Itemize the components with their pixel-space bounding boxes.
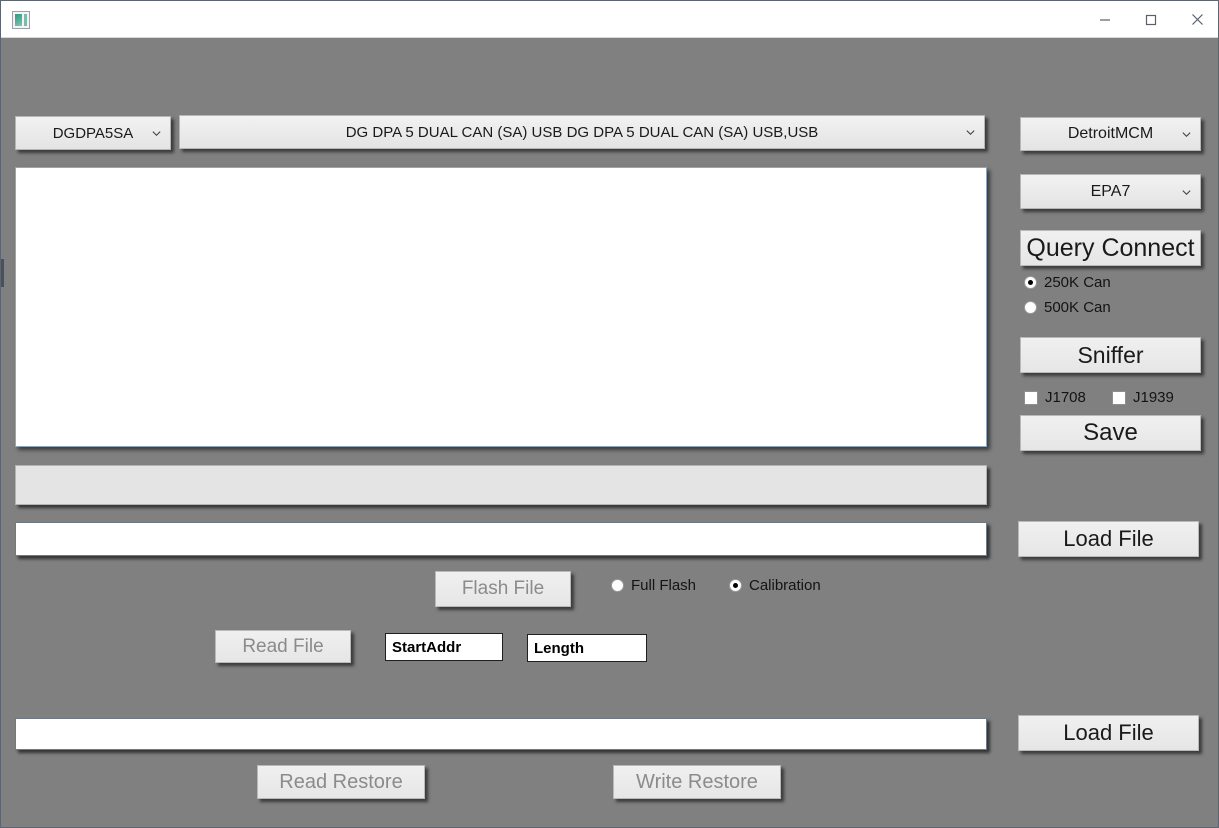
read-restore-button-label: Read Restore — [279, 770, 403, 793]
progress-bar — [15, 465, 987, 505]
read-restore-button[interactable]: Read Restore — [257, 765, 425, 799]
checkbox-j1708[interactable]: J1708 — [1024, 389, 1088, 406]
checkbox-j1708-box — [1024, 390, 1038, 405]
maximize-icon — [1145, 14, 1157, 25]
checkbox-j1939[interactable]: J1939 — [1112, 389, 1176, 406]
start-addr-value: StartAddr — [392, 638, 462, 656]
read-file-button-label: Read File — [242, 635, 324, 657]
minimize-button[interactable] — [1082, 1, 1128, 38]
device-select[interactable]: DG DPA 5 DUAL CAN (SA) USB DG DPA 5 DUAL… — [179, 115, 985, 149]
title-bar — [1, 1, 1218, 38]
close-icon — [1191, 14, 1203, 25]
log-output-area[interactable] — [15, 167, 987, 447]
device-select-value: DG DPA 5 DUAL CAN (SA) USB DG DPA 5 DUAL… — [345, 123, 819, 141]
save-button[interactable]: Save — [1020, 415, 1201, 451]
adapter-select[interactable]: DGDPA5SA — [15, 116, 171, 150]
flash-file-path-input[interactable] — [15, 522, 987, 556]
checkbox-j1939-box — [1112, 390, 1126, 405]
load-file-restore-button-label: Load File — [1063, 720, 1154, 745]
chevron-down-icon — [966, 130, 975, 136]
length-input[interactable]: Length — [527, 634, 647, 662]
flash-file-button-label: Flash File — [461, 578, 545, 599]
start-addr-input[interactable]: StartAddr — [385, 633, 503, 661]
length-value: Length — [534, 639, 584, 657]
emission-standard-select[interactable]: EPA7 — [1020, 174, 1201, 209]
radio-500k-can[interactable]: 500K Can — [1024, 299, 1111, 316]
window-controls — [1082, 1, 1218, 38]
flash-file-button[interactable]: Flash File — [435, 571, 571, 607]
sniffer-button[interactable]: Sniffer — [1020, 337, 1201, 373]
restore-file-path-input[interactable] — [15, 718, 987, 750]
chevron-down-icon — [1182, 132, 1191, 138]
radio-full-flash-indicator — [611, 579, 624, 592]
load-file-flash-button-label: Load File — [1063, 526, 1154, 551]
chevron-down-icon — [1182, 189, 1191, 195]
checkbox-j1708-label: J1708 — [1045, 389, 1086, 406]
read-file-button[interactable]: Read File — [215, 630, 351, 663]
emission-standard-value: EPA7 — [1090, 182, 1131, 200]
radio-250k-can-label: 250K Can — [1044, 274, 1111, 291]
radio-250k-can-indicator — [1024, 276, 1037, 289]
query-connect-button-label: Query Connect — [1026, 233, 1195, 262]
load-file-restore-button[interactable]: Load File — [1018, 715, 1199, 751]
radio-calibration-indicator — [729, 579, 742, 592]
minimize-icon — [1100, 18, 1110, 21]
log-output-text — [16, 303, 28, 311]
radio-250k-can[interactable]: 250K Can — [1024, 274, 1111, 291]
radio-full-flash[interactable]: Full Flash — [611, 577, 696, 594]
checkbox-j1939-label: J1939 — [1133, 389, 1174, 406]
radio-full-flash-label: Full Flash — [631, 577, 697, 594]
write-restore-button[interactable]: Write Restore — [613, 765, 781, 799]
ecu-select-value: DetroitMCM — [1067, 125, 1154, 142]
app-icon-left-shape — [15, 14, 22, 26]
close-button[interactable] — [1174, 1, 1218, 38]
save-button-label: Save — [1083, 419, 1138, 446]
app-icon-right-shape — [24, 14, 27, 26]
window-edge-artifact — [1, 259, 4, 287]
radio-calibration[interactable]: Calibration — [729, 577, 821, 594]
chevron-down-icon — [152, 131, 161, 137]
load-file-flash-button[interactable]: Load File — [1018, 521, 1199, 557]
ecu-select[interactable]: DetroitMCM — [1020, 117, 1201, 151]
radio-calibration-label: Calibration — [749, 577, 821, 594]
application-window: DGDPA5SA DG DPA 5 DUAL CAN (SA) USB DG D… — [0, 0, 1219, 828]
radio-500k-can-label: 500K Can — [1044, 299, 1111, 316]
maximize-button[interactable] — [1128, 1, 1174, 38]
adapter-select-value: DGDPA5SA — [52, 124, 134, 142]
app-icon — [12, 11, 30, 29]
sniffer-button-label: Sniffer — [1077, 341, 1144, 368]
radio-500k-can-indicator — [1024, 301, 1037, 314]
query-connect-button[interactable]: Query Connect — [1020, 230, 1201, 266]
write-restore-button-label: Write Restore — [636, 770, 758, 793]
